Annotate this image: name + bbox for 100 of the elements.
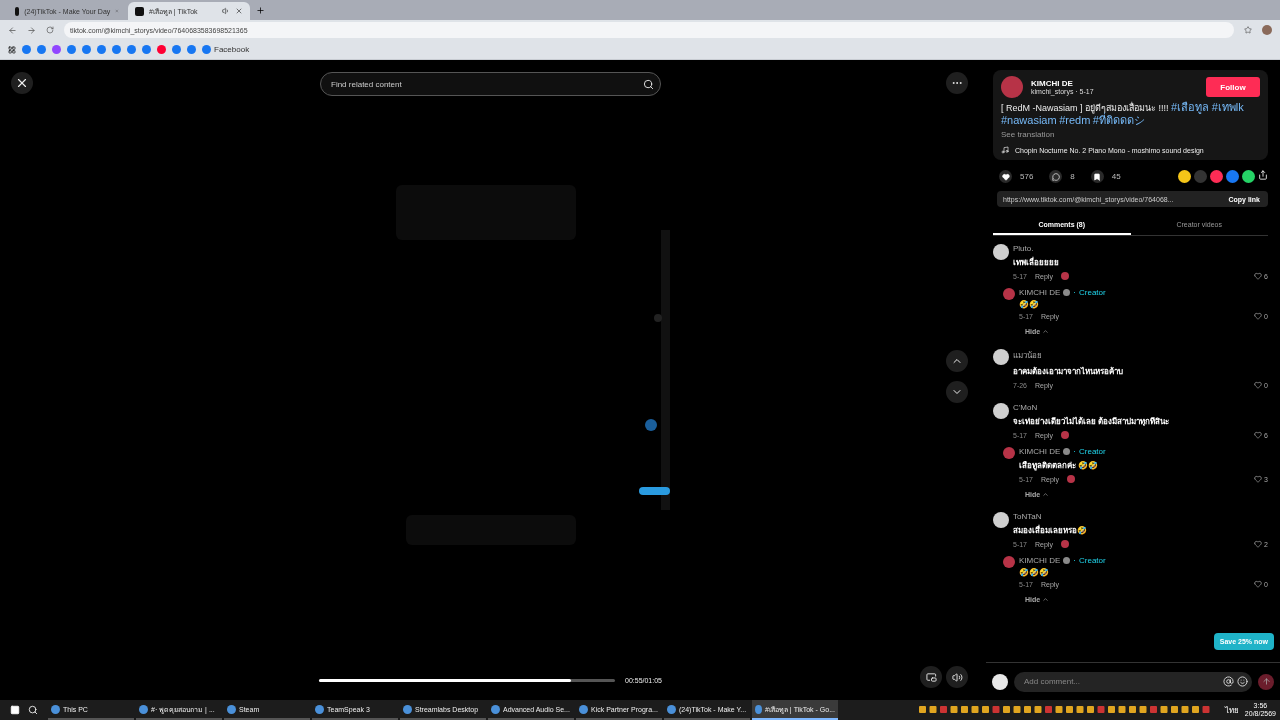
follow-button[interactable]: Follow [1206,77,1260,97]
author-name[interactable]: KIMCHI DE [1031,79,1094,88]
bookmark[interactable]: Facebook [202,45,250,54]
next-video-button[interactable] [946,381,968,403]
app-icon [51,704,60,714]
search-bar[interactable]: Find related content [320,72,661,96]
comment-field[interactable]: Add comment... [1022,676,1220,687]
share-button[interactable] [1210,170,1223,183]
picture-in-picture-button[interactable] [920,666,942,688]
heart-icon[interactable] [1254,272,1263,280]
app-icon [579,704,588,714]
user-avatar[interactable] [993,244,1009,260]
heart-icon[interactable] [1254,580,1263,588]
app-icon [139,704,148,714]
comment-username[interactable]: แมวน้อย [1013,349,1042,362]
comment-text: เสือทูลติดตลกค่ะ 🤣🤣 [1019,460,1100,472]
hashtag-link[interactable]: #nawasiam [1001,114,1057,126]
heart-icon[interactable] [1254,540,1263,548]
comment-text: จะเท่อย่างเดียวไม่ได้เลย ต้องมีสาปมาทุกทีสินะ [1013,416,1171,428]
comment-username[interactable]: ToNTaN [1013,512,1042,521]
heart-icon[interactable] [1254,475,1263,483]
comment-username[interactable]: KIMCHI DE [1019,288,1061,297]
like-button[interactable] [999,170,1012,183]
more-button[interactable] [946,72,968,94]
creator-label: Creator [1079,288,1106,297]
profile-avatar[interactable] [1262,25,1272,35]
search-icon[interactable] [643,78,654,90]
emoji-icon[interactable] [1237,676,1248,687]
verified-badge-icon [1063,289,1071,296]
creator-label: Creator [1079,556,1106,565]
hashtag-link[interactable]: #ที่ติดดดシ [1092,114,1145,126]
previous-video-button[interactable] [946,350,968,372]
verified-badge-icon [1063,448,1071,455]
see-translation-link[interactable]: See translation [1001,130,1260,139]
heart-icon[interactable] [1254,312,1263,320]
comment-username[interactable]: KIMCHI DE [1019,447,1061,456]
bookmark-icon [1093,172,1102,181]
app-icon [755,704,763,714]
user-avatar[interactable] [992,673,1008,690]
chevron-up-icon [1042,328,1050,335]
music-note-icon [1001,146,1009,154]
search-icon[interactable] [28,705,38,715]
close-button[interactable] [11,72,33,94]
send-button[interactable] [1258,673,1274,690]
like-count: 576 [1020,172,1034,181]
mention-icon[interactable] [1223,676,1234,687]
chevron-up-icon [1042,491,1050,498]
back-icon[interactable] [8,25,17,35]
arrow-up-icon [1261,677,1271,686]
windows-start-icon[interactable] [10,705,20,715]
close-icon [15,76,29,90]
picture-in-picture-icon [925,671,937,683]
app-icon [403,704,412,714]
heart-icon[interactable] [1254,431,1263,439]
comment-text: อาคมต้องเอามาจากไหนหรอค้าบ [1013,366,1124,378]
comment-text: สมองเสื่อมเลยหรอ🤣 [1013,524,1088,537]
bookmark-count: 45 [1111,172,1121,181]
comment-username[interactable]: Pluto. [1013,244,1034,253]
separator-dot: · [1073,447,1076,456]
star-icon[interactable] [1244,26,1252,34]
speech-bubble-icon [1051,172,1060,181]
bookmark-button[interactable] [1090,170,1104,183]
comment-username[interactable]: KIMCHI DE [1019,556,1061,565]
comment-text: เทพเลื่อยยยย [1013,256,1060,269]
hashtag-link[interactable]: #เทพlk [1211,101,1244,113]
heart-icon[interactable] [1254,381,1263,389]
separator-dot: · [1073,288,1076,297]
comment-text: 🤣🤣🤣 [1019,568,1050,577]
user-avatar[interactable] [993,349,1009,365]
speaker-icon [951,671,963,683]
comment-username[interactable]: C'MoN [1013,403,1038,412]
comment-button[interactable] [1049,170,1063,183]
verified-badge-icon [1063,557,1071,564]
app-icon [491,704,500,714]
volume-button[interactable] [946,666,968,688]
forward-icon[interactable] [27,25,36,35]
reload-icon[interactable] [46,26,54,34]
app-icon [667,704,676,714]
comment-count: 8 [1070,172,1075,181]
share-icon[interactable] [1258,170,1268,180]
hashtag-link[interactable]: #เสือทูล [1171,101,1210,113]
apps-icon[interactable] [8,45,16,54]
creator-label: Creator [1079,447,1106,456]
language-indicator[interactable]: ไทย [1224,703,1239,717]
share-button[interactable] [1178,170,1191,183]
new-tab-icon[interactable] [256,6,265,15]
post-description: [ RedM -Nawasiam ] อยู่ดีๆสมองเสื่อมนะ !!!! #เสือทูล #เทพlk #nawasiam #redm #ที่ติดดดシ [1001,101,1245,127]
author-avatar[interactable] [1001,76,1023,98]
comment-text: 🤣🤣 [1019,300,1040,309]
close-icon[interactable] [235,7,243,15]
app-icon [315,704,324,714]
comment-bar[interactable]: Add comment... [1014,671,1252,692]
hashtag-link[interactable]: #redm [1059,114,1091,126]
chevron-up-icon [1042,596,1050,603]
user-avatar[interactable] [993,512,1009,528]
share-button[interactable] [1242,170,1255,183]
heart-icon [1001,172,1010,181]
separator-dot: · [1073,556,1076,565]
user-avatar[interactable] [993,403,1009,419]
search-field[interactable]: Find related content [329,78,643,90]
